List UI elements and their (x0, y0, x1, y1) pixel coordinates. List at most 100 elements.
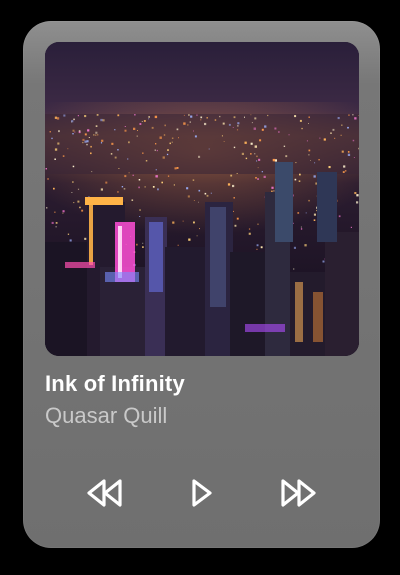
city-light (319, 137, 321, 139)
city-light (73, 118, 75, 121)
city-light (233, 210, 234, 212)
city-light (233, 146, 236, 149)
city-light (348, 114, 350, 116)
city-light (81, 209, 84, 212)
city-light (288, 134, 290, 136)
city-light (114, 129, 116, 131)
city-light (193, 200, 195, 201)
city-light (173, 184, 175, 186)
city-light (342, 171, 345, 173)
city-light (313, 175, 316, 178)
fast-forward-icon (281, 479, 316, 507)
city-light (159, 136, 162, 139)
city-light (343, 165, 346, 168)
city-light (105, 181, 108, 184)
city-light (196, 235, 198, 237)
city-light (222, 122, 225, 125)
previous-button[interactable] (83, 473, 127, 513)
city-light (124, 126, 126, 127)
city-light (151, 126, 154, 129)
city-light (293, 246, 296, 249)
city-light (318, 159, 320, 161)
city-light (308, 123, 309, 124)
city-light (54, 148, 58, 151)
city-light (138, 186, 140, 189)
city-light (111, 142, 114, 145)
city-light (100, 118, 103, 122)
city-light (67, 148, 69, 150)
city-light (86, 143, 88, 146)
city-light (193, 130, 194, 132)
city-light (77, 115, 79, 117)
city-light (62, 155, 65, 157)
city-light (199, 228, 200, 230)
play-button[interactable] (180, 473, 224, 513)
city-light (142, 152, 144, 154)
city-light (84, 133, 87, 136)
city-light (172, 221, 175, 224)
city-light (192, 179, 195, 181)
city-light (62, 212, 64, 214)
city-light (356, 201, 359, 204)
city-light (100, 188, 103, 191)
city-light (55, 222, 58, 224)
city-light (163, 134, 166, 136)
city-light (283, 145, 286, 147)
city-light (308, 199, 310, 202)
city-light (244, 116, 245, 118)
next-button[interactable] (276, 473, 320, 513)
city-light (171, 137, 174, 139)
city-light (248, 232, 251, 235)
city-light (358, 147, 359, 150)
city-light (54, 158, 56, 160)
city-light (294, 115, 297, 118)
city-light (128, 172, 130, 174)
city-light (198, 155, 201, 158)
city-light (304, 244, 307, 247)
city-light (182, 220, 184, 222)
city-light (261, 171, 263, 173)
city-light (256, 160, 258, 162)
city-light (51, 137, 53, 140)
city-light (352, 114, 354, 116)
city-light (298, 180, 301, 182)
city-light (271, 190, 273, 192)
city-light (95, 134, 97, 136)
city-light (155, 175, 158, 178)
city-light (134, 114, 136, 116)
city-light (350, 226, 352, 228)
city-light (250, 153, 252, 155)
city-light (72, 181, 74, 183)
city-light (54, 211, 56, 213)
city-light (255, 177, 257, 179)
city-light (118, 168, 120, 169)
city-light (245, 157, 248, 160)
city-light (250, 142, 253, 145)
city-light (305, 212, 307, 214)
city-light (236, 129, 239, 131)
playback-controls (23, 473, 380, 517)
city-light (57, 142, 60, 145)
city-light (73, 202, 75, 204)
city-light (323, 138, 326, 141)
city-light (194, 135, 197, 138)
city-light (131, 199, 134, 201)
city-light (200, 119, 202, 121)
city-light (356, 194, 359, 197)
city-light (136, 135, 138, 137)
city-light (54, 116, 58, 119)
city-light (152, 186, 155, 188)
city-light (137, 130, 138, 131)
city-light (344, 170, 347, 172)
city-light (84, 115, 87, 118)
city-light (95, 131, 98, 134)
city-light (166, 153, 169, 156)
city-light (228, 123, 231, 126)
city-light (259, 139, 262, 142)
city-light (295, 162, 297, 164)
city-light (49, 131, 51, 133)
city-light (157, 188, 159, 191)
city-light (178, 137, 179, 139)
city-light (53, 187, 55, 190)
city-light (72, 129, 75, 132)
